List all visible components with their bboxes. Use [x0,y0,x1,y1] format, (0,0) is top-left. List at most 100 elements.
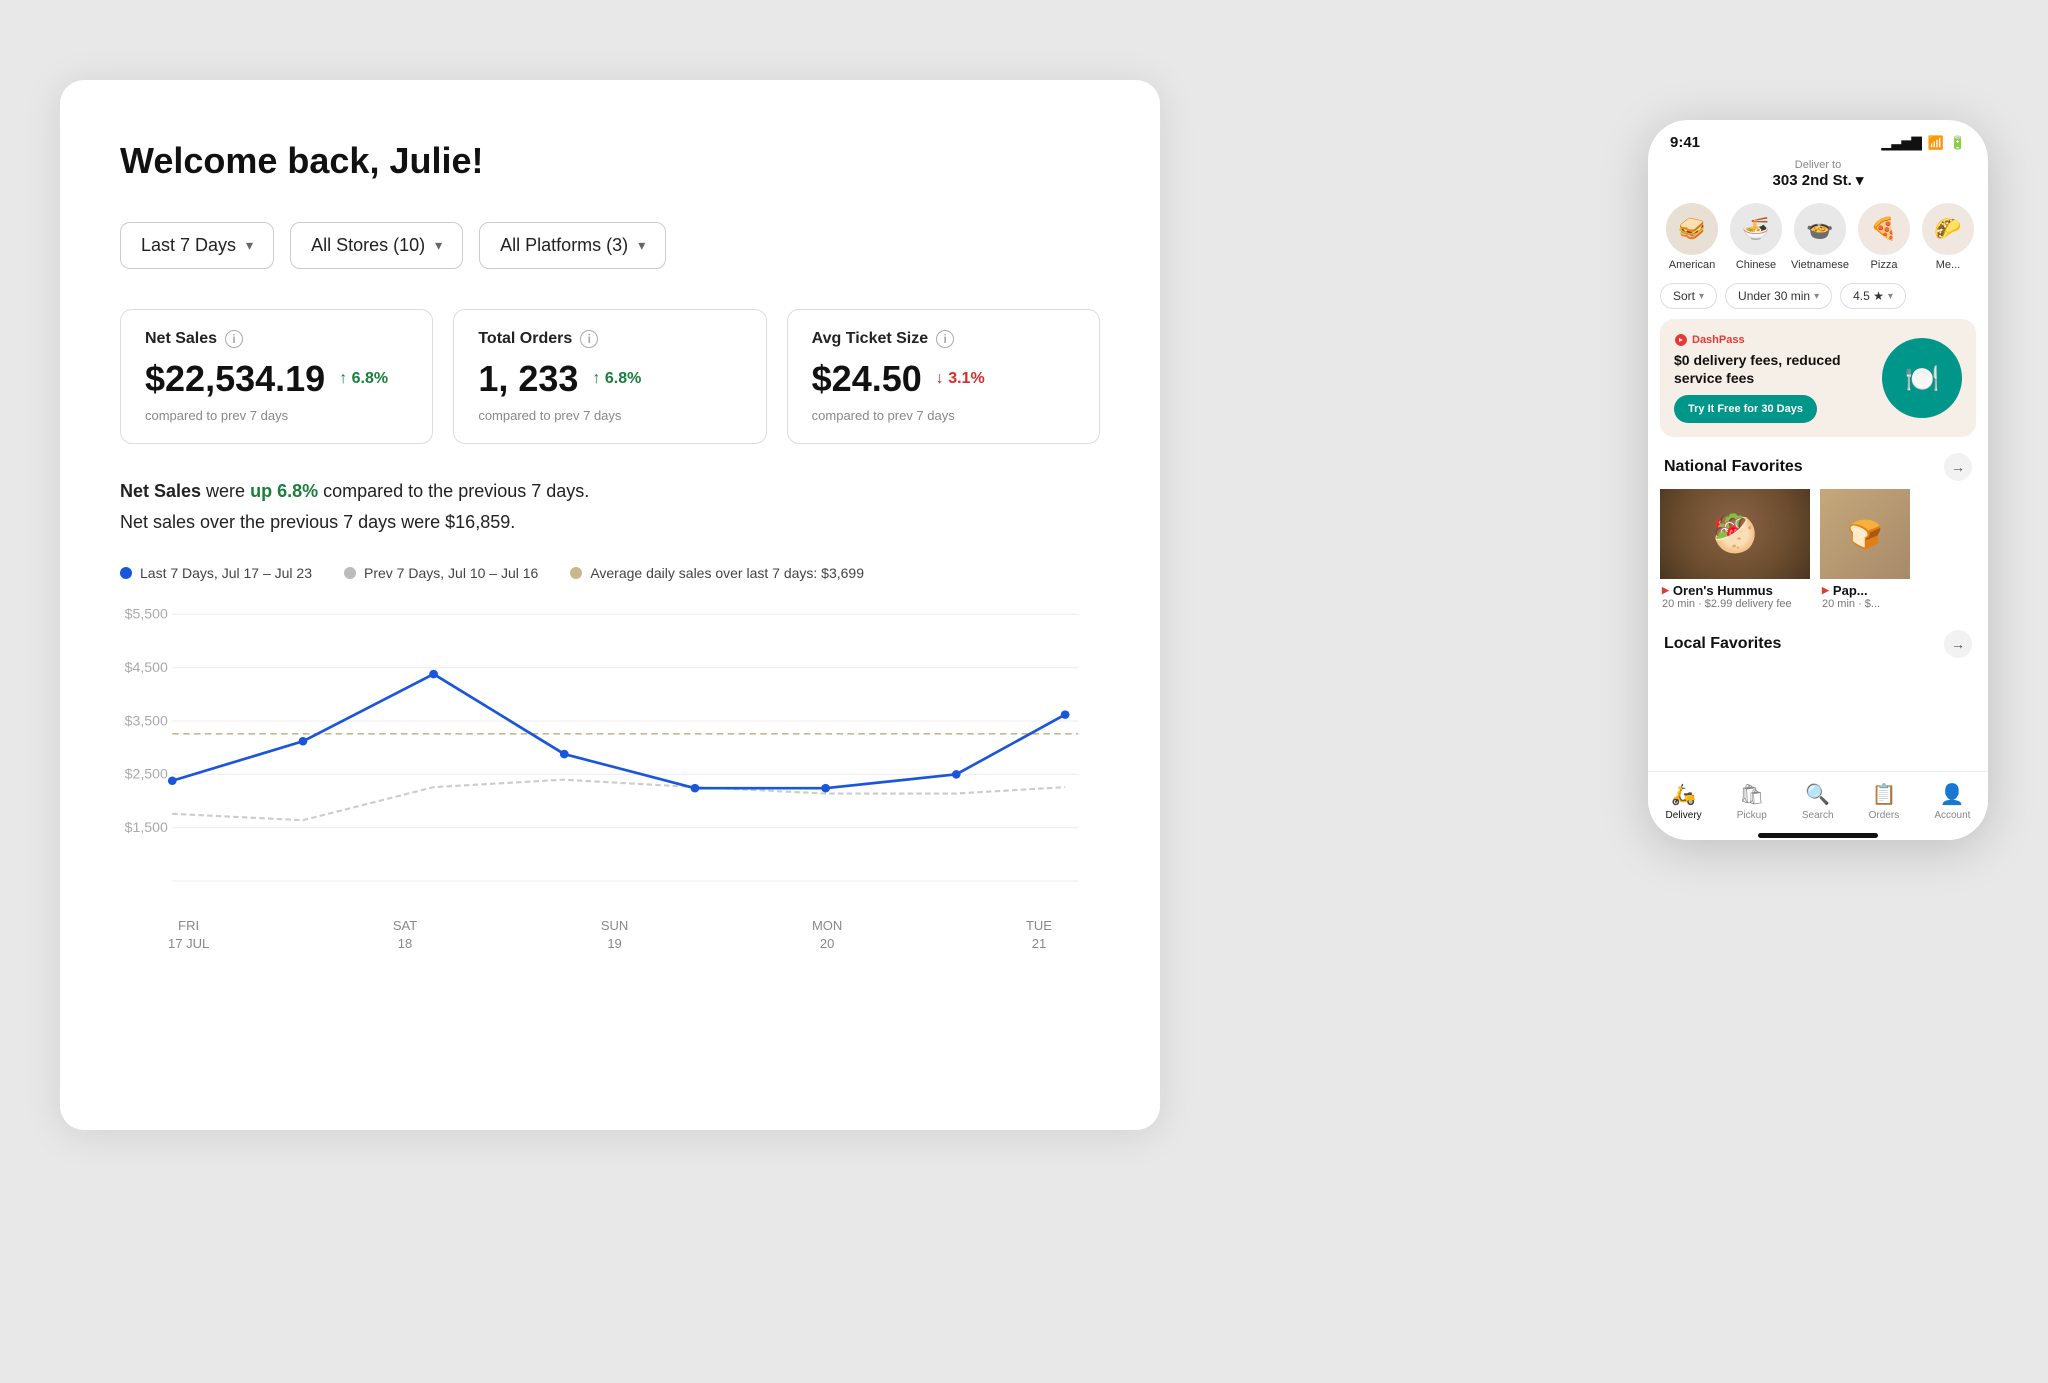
pizza-icon: 🍕 [1858,203,1910,255]
delivery-icon: 🛵 [1671,782,1696,807]
category-chinese[interactable]: 🍜 Chinese [1724,203,1788,271]
food-categories: 🥪 American 🍜 Chinese 🍲 Vietnamese 🍕 Pizz… [1648,197,1988,277]
avg-ticket-info-icon[interactable]: i [936,330,954,348]
legend-dot-blue [120,567,132,579]
pap-sub: 20 min · $... [1822,598,1908,610]
rating-chevron: ▾ [1888,291,1893,302]
x-axis-labels: FRI17 JUL SAT18 SUN19 MON20 TUE21 [120,917,1100,953]
summary-text: Net Sales were up 6.8% compared to the p… [120,476,1100,537]
dashpass-logo: DashPass [1674,333,1882,347]
avg-ticket-card: Avg Ticket Size i $24.50 ↓ 3.1% compared… [787,309,1100,444]
total-orders-compare: compared to prev 7 days [478,408,741,423]
signal-icon: ▁▃▅▇ [1882,135,1922,151]
total-orders-label: Total Orders i [478,330,741,348]
sort-chevron: ▾ [1699,291,1704,302]
svg-text:$3,500: $3,500 [125,713,168,729]
status-bar: 9:41 ▁▃▅▇ 📶 🔋 [1648,120,1988,157]
x-label-sat: SAT18 [393,917,417,953]
filters-row: Last 7 Days ▾ All Stores (10) ▾ All Plat… [120,222,1100,269]
platforms-filter-chevron: ▾ [638,237,645,254]
restaurant-card-pap[interactable]: 🍞 ▶ Pap... 20 min · $... [1820,489,1910,614]
net-sales-value: $22,534.19 [145,358,325,400]
stores-filter-chevron: ▾ [435,237,442,254]
restaurant-card-hummus[interactable]: 🥙 ▶ Oren's Hummus 20 min · $2.99 deliver… [1660,489,1810,614]
chinese-icon: 🍜 [1730,203,1782,255]
total-orders-info-icon[interactable]: i [580,330,598,348]
filter-pills: Sort ▾ Under 30 min ▾ 4.5 ★ ▾ [1648,277,1988,319]
mobile-app-card: 9:41 ▁▃▅▇ 📶 🔋 Deliver to 303 2nd St. ▾ 🥪… [1648,120,1988,840]
time-filter-label: Last 7 Days [141,235,236,256]
category-pizza[interactable]: 🍕 Pizza [1852,203,1916,271]
time-filter[interactable]: Last 7 Days ▾ [120,222,274,269]
avg-ticket-change: ↓ 3.1% [936,370,985,388]
national-favorites-header: National Favorites → [1648,447,1988,489]
dashpass-badge-sm: ▶ [1662,585,1669,596]
legend-current: Last 7 Days, Jul 17 – Jul 23 [120,565,312,581]
more-icon: 🌮 [1922,203,1974,255]
nav-account[interactable]: 👤 Account [1934,782,1970,821]
account-icon: 👤 [1940,782,1965,807]
search-icon: 🔍 [1805,782,1830,807]
address-bar: Deliver to 303 2nd St. ▾ [1648,157,1988,197]
nav-orders[interactable]: 📋 Orders [1869,782,1900,821]
wifi-icon: 📶 [1928,135,1944,151]
chart-legend: Last 7 Days, Jul 17 – Jul 23 Prev 7 Days… [120,565,1100,581]
legend-dot-tan [570,567,582,579]
dashpass-image: 🍽️ [1882,338,1962,418]
dashpass-title: $0 delivery fees, reduced service fees [1674,351,1882,387]
pap-image: 🍞 [1820,489,1910,579]
svg-text:$1,500: $1,500 [125,819,168,835]
svg-text:$5,500: $5,500 [125,606,168,622]
local-favorites-header: Local Favorites → [1648,624,1988,666]
total-orders-card: Total Orders i 1, 233 ↑ 6.8% compared to… [453,309,766,444]
nav-pickup[interactable]: 🛍 Pickup [1737,782,1767,821]
avg-ticket-compare: compared to prev 7 days [812,408,1075,423]
legend-dot-gray [344,567,356,579]
net-sales-change: ↑ 6.8% [339,370,388,388]
battery-icon: 🔋 [1950,135,1966,151]
nav-delivery[interactable]: 🛵 Delivery [1666,782,1702,821]
chart-container: $5,500 $4,500 $3,500 $2,500 $1,500 [120,593,1100,913]
stores-filter[interactable]: All Stores (10) ▾ [290,222,463,269]
hummus-sub: 20 min · $2.99 delivery fee [1662,598,1808,610]
status-time: 9:41 [1670,134,1700,151]
address-line[interactable]: 303 2nd St. ▾ [1648,171,1988,189]
welcome-title: Welcome back, Julie! [120,140,1100,182]
net-sales-info-icon[interactable]: i [225,330,243,348]
american-icon: 🥪 [1666,203,1718,255]
national-favorites-arrow[interactable]: → [1944,453,1972,481]
platforms-filter-label: All Platforms (3) [500,235,628,256]
legend-prev: Prev 7 Days, Jul 10 – Jul 16 [344,565,538,581]
x-label-sun: SUN19 [601,917,628,953]
category-american[interactable]: 🥪 American [1660,203,1724,271]
x-label-mon: MON20 [812,917,842,953]
bottom-nav: 🛵 Delivery 🛍 Pickup 🔍 Search 📋 Orders 👤 … [1648,771,1988,827]
net-sales-label: Net Sales i [145,330,408,348]
sort-pill[interactable]: Sort ▾ [1660,283,1717,309]
dashpass-logo-icon [1674,333,1688,347]
category-more[interactable]: 🌮 Me... [1916,203,1980,271]
category-vietnamese[interactable]: 🍲 Vietnamese [1788,203,1852,271]
nav-search[interactable]: 🔍 Search [1802,782,1834,821]
deliver-label: Deliver to [1648,159,1988,171]
home-indicator [1758,833,1878,838]
avg-ticket-label: Avg Ticket Size i [812,330,1075,348]
total-orders-value: 1, 233 [478,358,578,400]
legend-avg: Average daily sales over last 7 days: $3… [570,565,864,581]
pickup-icon: 🛍 [1739,782,1764,807]
time-pill[interactable]: Under 30 min ▾ [1725,283,1832,309]
rating-pill[interactable]: 4.5 ★ ▾ [1840,283,1906,309]
avg-ticket-value: $24.50 [812,358,922,400]
platforms-filter[interactable]: All Platforms (3) ▾ [479,222,666,269]
vietnamese-icon: 🍲 [1794,203,1846,255]
time-chevron: ▾ [1814,291,1819,302]
dashpass-badge-sm2: ▶ [1822,585,1829,596]
dashpass-cta-button[interactable]: Try It Free for 30 Days [1674,395,1817,423]
metrics-row: Net Sales i $22,534.19 ↑ 6.8% compared t… [120,309,1100,444]
x-label-fri: FRI17 JUL [168,917,209,953]
stores-filter-label: All Stores (10) [311,235,425,256]
net-sales-compare: compared to prev 7 days [145,408,408,423]
dashpass-banner: DashPass $0 delivery fees, reduced servi… [1660,319,1976,437]
net-sales-card: Net Sales i $22,534.19 ↑ 6.8% compared t… [120,309,433,444]
local-favorites-arrow[interactable]: → [1944,630,1972,658]
